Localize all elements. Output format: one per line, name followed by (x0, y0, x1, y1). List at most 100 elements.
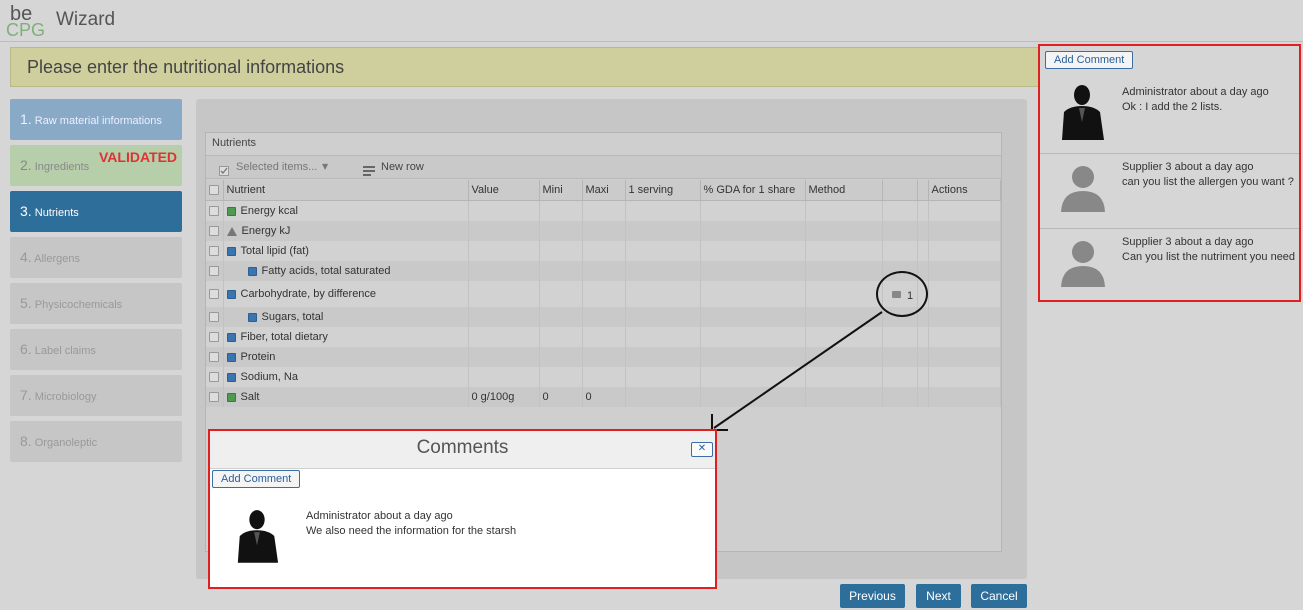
cell-method (805, 241, 883, 261)
row-checkbox[interactable] (209, 312, 219, 323)
cell-value[interactable] (468, 200, 540, 221)
row-checkbox[interactable] (209, 392, 219, 403)
step-raw-material[interactable]: 1. Raw material informations (10, 99, 182, 140)
cell-maxi[interactable] (582, 367, 626, 387)
table-row[interactable]: Fatty acids, total saturated (206, 261, 1001, 281)
row-checkbox[interactable] (209, 246, 219, 257)
nutrient-name: Total lipid (fat) (240, 245, 309, 257)
row-select-cell[interactable] (206, 347, 224, 367)
next-button[interactable]: Next (916, 584, 961, 608)
cell-mini[interactable] (539, 307, 583, 327)
col-gda[interactable]: % GDA for 1 share (700, 180, 806, 201)
step-physicochemicals[interactable]: 5. Physicochemicals (10, 283, 182, 324)
row-select-cell[interactable] (206, 327, 224, 347)
table-row[interactable]: Total lipid (fat) (206, 241, 1001, 261)
cell-maxi[interactable] (582, 307, 626, 327)
cell-actions (928, 327, 1001, 347)
cell-extra-2 (917, 347, 929, 367)
chevron-down-icon: ▼ (322, 162, 329, 171)
cell-serving (625, 261, 701, 281)
cell-mini[interactable] (539, 241, 583, 261)
row-select-cell[interactable] (206, 387, 224, 407)
cell-maxi[interactable] (582, 221, 626, 241)
step-nutrients[interactable]: 3. Nutrients (10, 191, 182, 232)
cell-mini[interactable] (539, 200, 583, 221)
cell-mini[interactable] (539, 367, 583, 387)
col-mini[interactable]: Mini (539, 180, 583, 201)
col-method[interactable]: Method (805, 180, 883, 201)
cell-maxi[interactable]: 0 (582, 387, 626, 407)
row-select-cell[interactable] (206, 307, 224, 327)
table-row[interactable]: Energy kJ (206, 221, 1001, 241)
row-select-cell[interactable] (206, 221, 224, 241)
cell-mini[interactable]: 0 (539, 387, 583, 407)
step-label: Organoleptic (34, 437, 98, 449)
cancel-button[interactable]: Cancel (971, 584, 1027, 608)
select-all-checkbox[interactable] (209, 185, 219, 196)
row-checkbox[interactable] (209, 266, 219, 277)
cell-extra-1 (882, 221, 918, 241)
cell-value[interactable] (468, 241, 540, 261)
cell-maxi[interactable] (582, 347, 626, 367)
cell-maxi[interactable] (582, 200, 626, 221)
step-organoleptic[interactable]: 8. Organoleptic (10, 421, 182, 462)
select-all-cell[interactable] (206, 180, 224, 201)
row-select-cell[interactable] (206, 241, 224, 261)
cell-serving (625, 347, 701, 367)
warning-icon (226, 226, 237, 236)
row-checkbox[interactable] (209, 289, 219, 300)
cell-value[interactable]: 0 g/100g (468, 387, 540, 407)
cell-mini[interactable] (539, 281, 583, 307)
cell-actions (928, 347, 1001, 367)
row-select-cell[interactable] (206, 261, 224, 281)
page-title: Wizard (56, 9, 116, 30)
col-serving[interactable]: 1 serving (625, 180, 701, 201)
dialog-add-comment-button[interactable]: Add Comment (212, 470, 301, 488)
row-select-cell[interactable] (206, 367, 224, 387)
row-checkbox[interactable] (209, 226, 219, 237)
col-nutrient[interactable]: Nutrient (223, 180, 469, 201)
cell-mini[interactable] (539, 221, 583, 241)
banner-text: Please enter the nutritional information… (27, 57, 345, 77)
cell-value[interactable] (468, 347, 540, 367)
cell-value[interactable] (468, 307, 540, 327)
table-row[interactable]: Energy kcal (206, 200, 1001, 221)
new-row-button[interactable]: New row (381, 161, 424, 173)
row-checkbox[interactable] (209, 206, 219, 217)
cell-value[interactable] (468, 221, 540, 241)
cell-mini[interactable] (539, 261, 583, 281)
row-select-cell[interactable] (206, 200, 224, 221)
col-value[interactable]: Value (468, 180, 540, 201)
selected-items-menu[interactable]: Selected items... (236, 161, 317, 173)
close-button[interactable]: ✕ (691, 442, 713, 457)
cell-value[interactable] (468, 367, 540, 387)
cell-actions (928, 387, 1001, 407)
cell-value[interactable] (468, 261, 540, 281)
col-maxi[interactable]: Maxi (582, 180, 626, 201)
row-checkbox[interactable] (209, 372, 219, 383)
row-checkbox[interactable] (209, 352, 219, 363)
formula-icon (226, 352, 236, 362)
cell-extra-2 (917, 200, 929, 221)
comment-icon[interactable] (892, 291, 901, 298)
cell-maxi[interactable] (582, 261, 626, 281)
comment-count[interactable]: 1 (907, 290, 913, 302)
col-extra-1 (882, 180, 918, 201)
previous-button[interactable]: Previous (840, 584, 905, 608)
step-microbiology[interactable]: 7. Microbiology (10, 375, 182, 416)
instruction-banner: Please enter the nutritional information… (10, 47, 1050, 87)
cell-mini[interactable] (539, 347, 583, 367)
side-add-comment-button[interactable]: Add Comment (1045, 51, 1134, 69)
row-select-cell[interactable] (206, 281, 224, 307)
cell-value[interactable] (468, 281, 540, 307)
step-label: Microbiology (34, 391, 97, 403)
cell-value[interactable] (468, 327, 540, 347)
cell-maxi[interactable] (582, 281, 626, 307)
step-label-claims[interactable]: 6. Label claims (10, 329, 182, 370)
cell-maxi[interactable] (582, 241, 626, 261)
step-allergens[interactable]: 4. Allergens (10, 237, 182, 278)
cell-maxi[interactable] (582, 327, 626, 347)
cell-mini[interactable] (539, 327, 583, 347)
row-checkbox[interactable] (209, 332, 219, 343)
calculated-icon (226, 206, 236, 216)
